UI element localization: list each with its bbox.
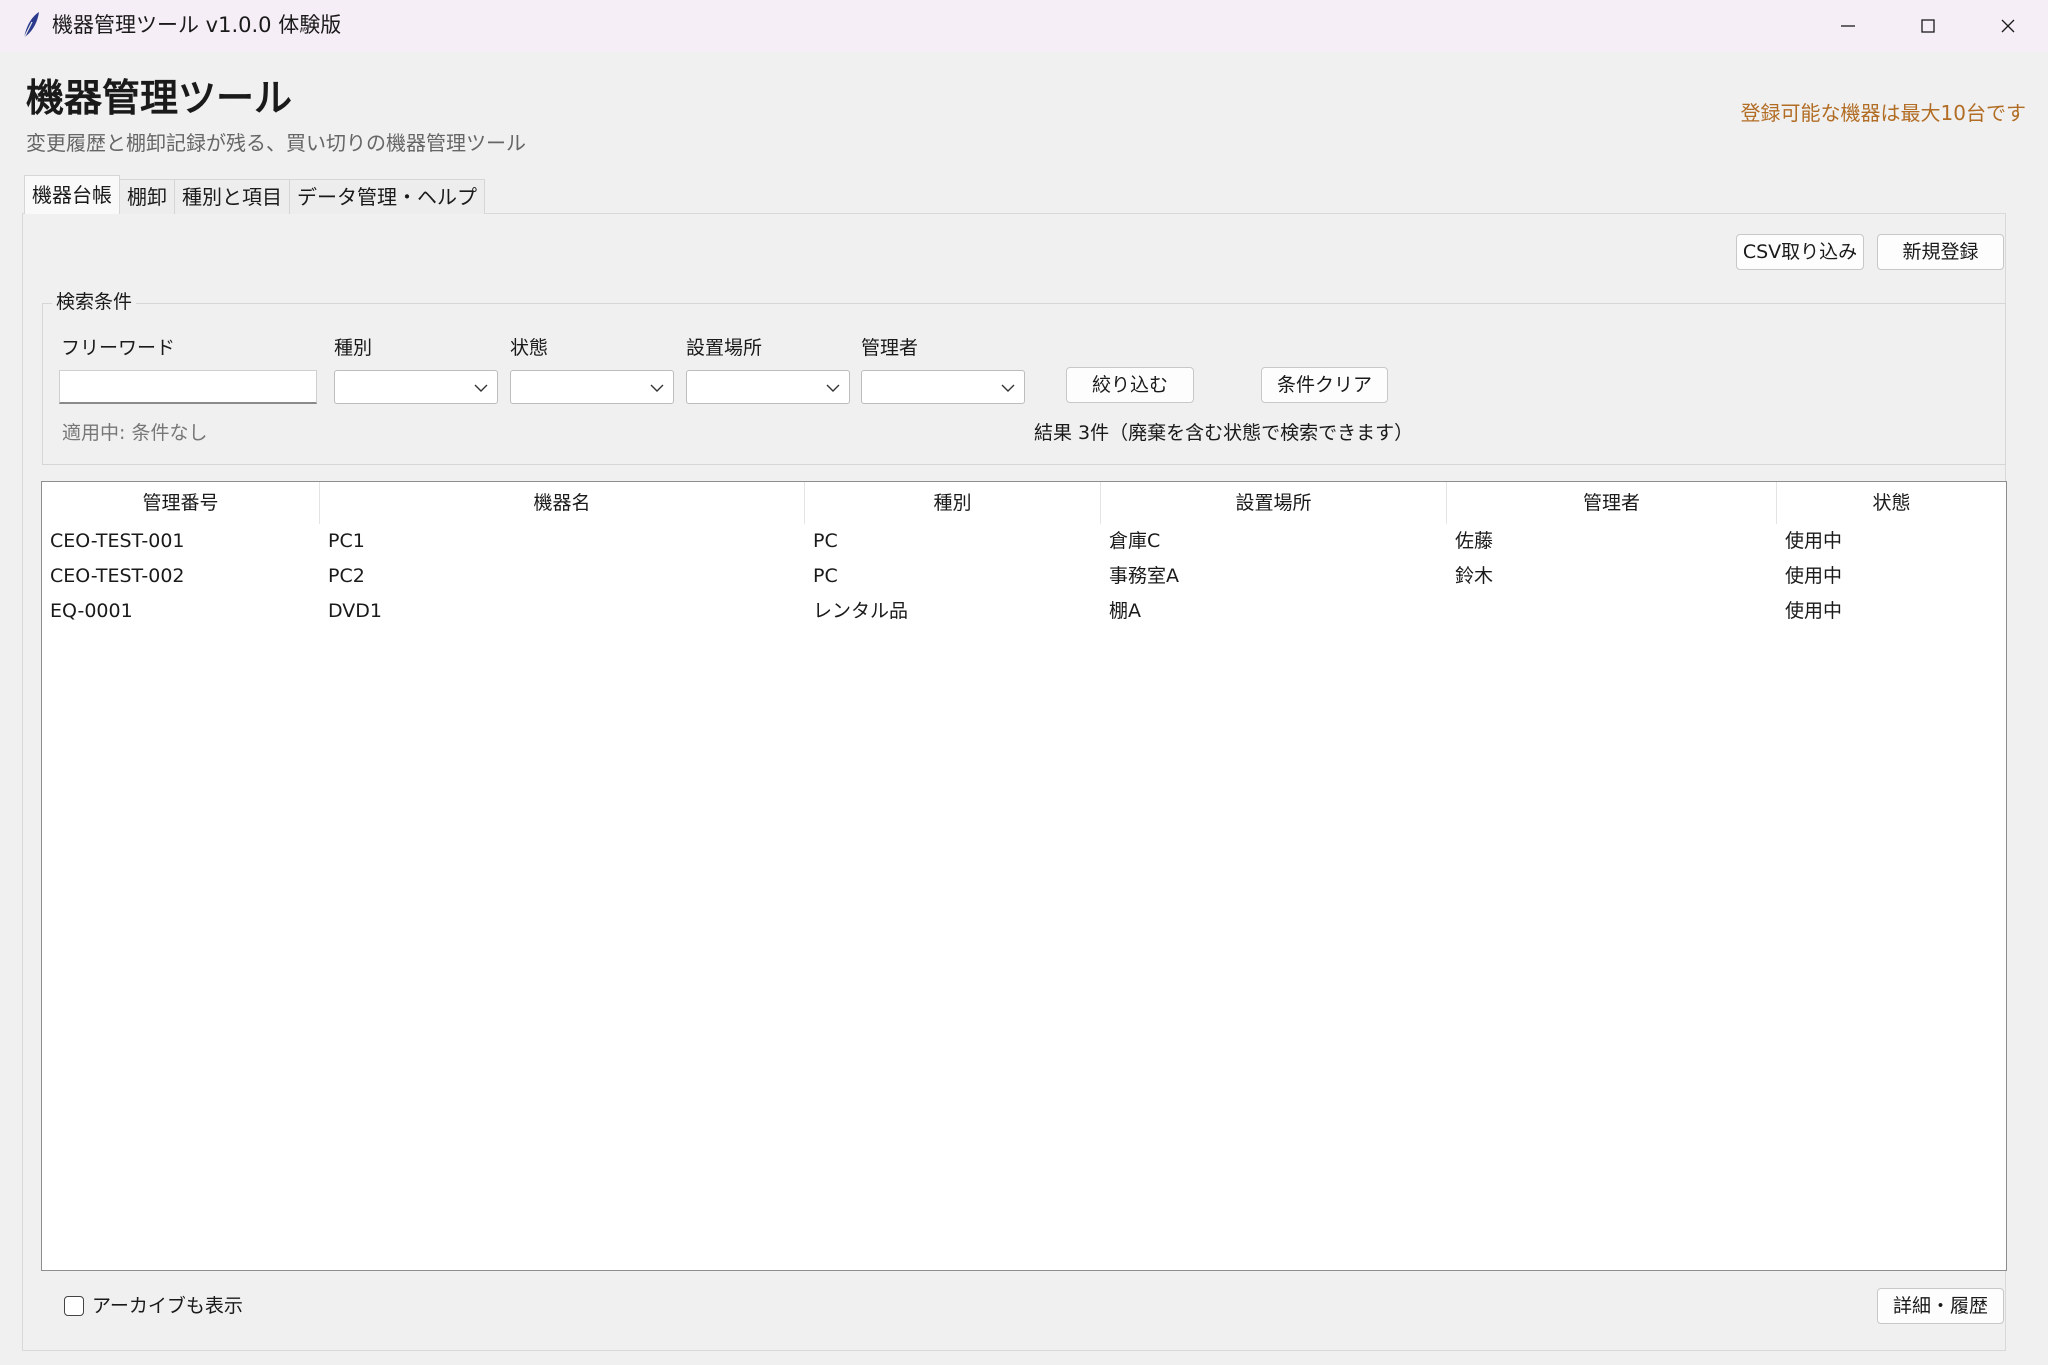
cell-location: 倉庫C [1109, 530, 1161, 552]
chevron-down-icon [650, 384, 664, 392]
column-header-id[interactable]: 管理番号 [42, 482, 320, 524]
tab-types-and-fields[interactable]: 種別と項目 [174, 179, 290, 214]
minimize-button[interactable] [1808, 0, 1888, 52]
cell-state: 使用中 [1785, 530, 1843, 552]
cell-id: EQ-0001 [50, 600, 133, 622]
manager-select[interactable] [861, 370, 1025, 404]
show-archive-toggle[interactable]: アーカイブも表示 [64, 1294, 243, 1318]
column-header-type[interactable]: 種別 [805, 482, 1101, 524]
cell-name: DVD1 [328, 600, 383, 622]
new-register-button[interactable]: 新規登録 [1877, 234, 2004, 270]
state-select[interactable] [510, 370, 674, 404]
cell-location: 棚A [1109, 600, 1141, 622]
search-conditions-legend: 検索条件 [52, 290, 137, 314]
cell-name: PC2 [328, 565, 365, 587]
registration-limit-note: 登録可能な機器は最大10台です [1740, 101, 2026, 125]
tab-bar: 機器台帳 棚卸 種別と項目 データ管理・ヘルプ [24, 175, 485, 214]
filter-button[interactable]: 絞り込む [1066, 367, 1194, 403]
cell-manager: 佐藤 [1455, 530, 1494, 552]
tab-equipment-ledger[interactable]: 機器台帳 [24, 175, 120, 214]
cell-id: CEO-TEST-001 [50, 530, 185, 552]
cell-type: PC [813, 565, 838, 587]
table-row[interactable]: CEO-TEST-001 PC1 PC 倉庫C 佐藤 使用中 [42, 524, 2006, 559]
table-row[interactable]: CEO-TEST-002 PC2 PC 事務室A 鈴木 使用中 [42, 559, 2006, 594]
page-title: 機器管理ツール [26, 76, 293, 120]
clear-conditions-button[interactable]: 条件クリア [1261, 367, 1388, 403]
cell-type: レンタル品 [813, 600, 909, 622]
maximize-icon [1921, 19, 1935, 33]
cell-manager: 鈴木 [1455, 565, 1494, 587]
column-header-manager[interactable]: 管理者 [1447, 482, 1777, 524]
state-label: 状態 [510, 337, 549, 359]
result-count: 結果 3件（廃棄を含む状態で検索できます） [1034, 422, 1414, 444]
chevron-down-icon [826, 384, 840, 392]
table-header: 管理番号 機器名 種別 設置場所 管理者 状態 [42, 482, 2006, 524]
window-title: 機器管理ツール v1.0.0 体験版 [52, 13, 342, 37]
table-row[interactable]: EQ-0001 DVD1 レンタル品 棚A 使用中 [42, 594, 2006, 629]
cell-id: CEO-TEST-002 [50, 565, 185, 587]
show-archive-checkbox[interactable] [64, 1296, 84, 1316]
cell-manager [1447, 594, 1777, 629]
maximize-button[interactable] [1888, 0, 1968, 52]
csv-import-button[interactable]: CSV取り込み [1736, 234, 1864, 270]
column-header-name[interactable]: 機器名 [320, 482, 805, 524]
close-icon [2001, 19, 2015, 33]
cell-state: 使用中 [1785, 600, 1843, 622]
cell-state: 使用中 [1785, 565, 1843, 587]
location-select[interactable] [686, 370, 850, 404]
freeword-input[interactable] [59, 370, 317, 404]
close-button[interactable] [1968, 0, 2048, 52]
chevron-down-icon [474, 384, 488, 392]
show-archive-label: アーカイブも表示 [92, 1295, 243, 1317]
applied-conditions-status: 適用中: 条件なし [62, 422, 208, 444]
cell-location: 事務室A [1109, 565, 1179, 587]
column-header-location[interactable]: 設置場所 [1101, 482, 1447, 524]
page-subtitle: 変更履歴と棚卸記録が残る、買い切りの機器管理ツール [26, 131, 526, 155]
minimize-icon [1841, 25, 1855, 27]
type-label: 種別 [334, 337, 373, 359]
cell-name: PC1 [328, 530, 365, 552]
tab-inventory[interactable]: 棚卸 [119, 179, 175, 214]
freeword-label: フリーワード [61, 337, 176, 359]
tab-data-management-help[interactable]: データ管理・ヘルプ [289, 179, 485, 214]
type-select[interactable] [334, 370, 498, 404]
feather-icon [20, 10, 42, 40]
location-label: 設置場所 [686, 337, 763, 359]
cell-type: PC [813, 530, 838, 552]
detail-history-button[interactable]: 詳細・履歴 [1877, 1288, 2004, 1324]
chevron-down-icon [1001, 384, 1015, 392]
manager-label: 管理者 [861, 337, 919, 359]
equipment-table[interactable]: 管理番号 機器名 種別 設置場所 管理者 状態 CEO-TEST-001 PC1… [41, 481, 2007, 1271]
column-header-state[interactable]: 状態 [1777, 482, 2006, 524]
